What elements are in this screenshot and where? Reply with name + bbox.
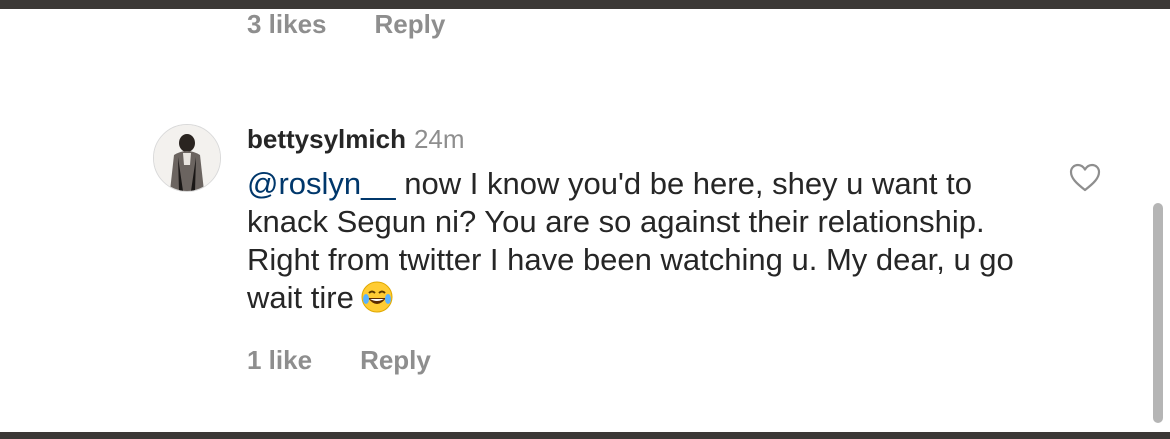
avatar[interactable] xyxy=(153,124,221,192)
laughing-emoji-icon xyxy=(360,280,394,314)
comment-header: bettysylmich 24m xyxy=(247,121,1047,157)
comment-likes-count[interactable]: 1 like xyxy=(247,345,312,376)
previous-comment-actions: 3 likes Reply xyxy=(247,9,445,39)
user-avatar-image xyxy=(154,125,220,191)
previous-likes-count[interactable]: 3 likes xyxy=(247,9,327,40)
comment-body: @roslyn__ now I know you'd be here, shey… xyxy=(247,165,1047,317)
comments-panel: 3 likes Reply bettysylmich 24m @roslyn__… xyxy=(0,9,1170,432)
mention-link[interactable]: @roslyn__ xyxy=(247,166,396,201)
comment: bettysylmich 24m @roslyn__ now I know yo… xyxy=(247,121,1047,317)
comment-actions: 1 like Reply xyxy=(247,345,431,375)
scrollbar[interactable] xyxy=(1153,203,1163,423)
comment-timestamp: 24m xyxy=(413,123,465,154)
comment-reply-button[interactable]: Reply xyxy=(360,345,431,376)
previous-reply-button[interactable]: Reply xyxy=(375,9,446,40)
comment-username[interactable]: bettysylmich xyxy=(247,124,406,155)
heart-outline-icon[interactable] xyxy=(1068,161,1102,195)
